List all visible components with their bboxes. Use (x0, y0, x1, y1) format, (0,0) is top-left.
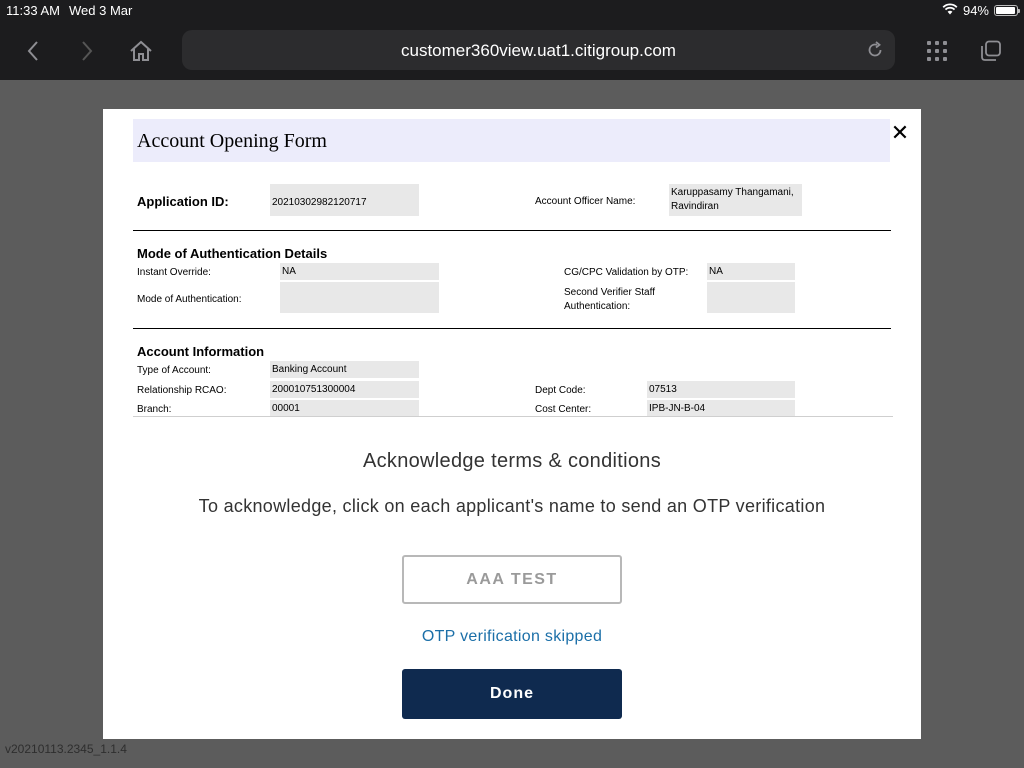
dept-code-value: 07513 (647, 381, 795, 398)
browser-toolbar: customer360view.uat1.citigroup.com (0, 22, 1024, 80)
account-officer-name-line1: Karuppasamy Thangamani, (671, 187, 794, 198)
account-type-label: Type of Account: (137, 365, 211, 376)
cost-center-value: IPB-JN-B-04 (647, 400, 795, 416)
application-id-label: Application ID: (137, 194, 229, 209)
divider (133, 328, 891, 329)
chevron-right-icon[interactable] (72, 36, 102, 66)
second-verifier-value (707, 282, 795, 313)
status-time: 11:33 AM (6, 3, 60, 18)
divider (133, 230, 891, 231)
status-bar: 11:33 AM Wed 3 Mar 94% (0, 0, 1024, 22)
wifi-icon (942, 3, 958, 18)
cost-center-label: Cost Center: (535, 404, 592, 415)
mode-of-auth-label: Mode of Authentication: (137, 294, 242, 305)
mode-of-auth-value (280, 282, 439, 313)
second-verifier-label: Second Verifier Staff Authentication: (564, 286, 655, 314)
reload-icon[interactable] (865, 40, 885, 60)
acknowledge-instructions: To acknowledge, click on each applicant'… (198, 496, 826, 516)
done-button[interactable]: Done (402, 669, 622, 719)
account-opening-form-preview[interactable]: Account Opening Form Application ID: 202… (133, 119, 893, 417)
application-id-value: 20210302982120717 (270, 184, 419, 216)
status-right: 94% (942, 3, 1020, 18)
account-type-value: Banking Account (270, 361, 419, 378)
dept-code-label: Dept Code: (535, 385, 586, 396)
branch-label: Branch: (137, 404, 172, 415)
version-label: v20210113.2345_1.1.4 (5, 742, 127, 756)
address-bar[interactable]: customer360view.uat1.citigroup.com (182, 30, 895, 70)
rcao-label: Relationship RCAO: (137, 385, 227, 396)
tabs-icon[interactable] (976, 36, 1006, 66)
instant-override-label: Instant Override: (137, 267, 211, 278)
auth-section-title: Mode of Authentication Details (137, 246, 328, 261)
grid-icon[interactable] (922, 36, 952, 66)
form-title: Account Opening Form (137, 130, 327, 152)
second-verifier-label-line1: Second Verifier Staff (564, 287, 655, 298)
chevron-left-icon[interactable] (18, 36, 48, 66)
applicant-button[interactable]: AAA TEST (402, 555, 622, 604)
instant-override-value: NA (280, 263, 439, 280)
cg-cpc-label: CG/CPC Validation by OTP: (564, 267, 689, 278)
acknowledge-title: Acknowledge terms & conditions (362, 450, 662, 472)
account-officer-label: Account Officer Name: (535, 196, 636, 207)
battery-percent: 94% (962, 3, 989, 18)
form-title-bar: Account Opening Form (133, 119, 890, 162)
url-text: customer360view.uat1.citigroup.com (401, 41, 676, 60)
battery-icon (994, 5, 1020, 16)
account-officer-name-line2: Ravindiran (671, 201, 719, 212)
acknowledge-modal: ✕ Account Opening Form Application ID: 2… (103, 109, 921, 739)
battery-fill (996, 7, 1015, 14)
home-icon[interactable] (126, 36, 156, 66)
otp-status-text: OTP verification skipped (421, 628, 603, 645)
account-officer-value: Karuppasamy Thangamani, Ravindiran (669, 184, 802, 216)
second-verifier-label-line2: Authentication: (564, 301, 631, 312)
cg-cpc-value: NA (707, 263, 795, 280)
rcao-value: 200010751300004 (270, 381, 419, 398)
status-date: Wed 3 Mar (69, 3, 133, 18)
branch-value: 00001 (270, 400, 419, 416)
account-section-title: Account Information (137, 344, 265, 359)
